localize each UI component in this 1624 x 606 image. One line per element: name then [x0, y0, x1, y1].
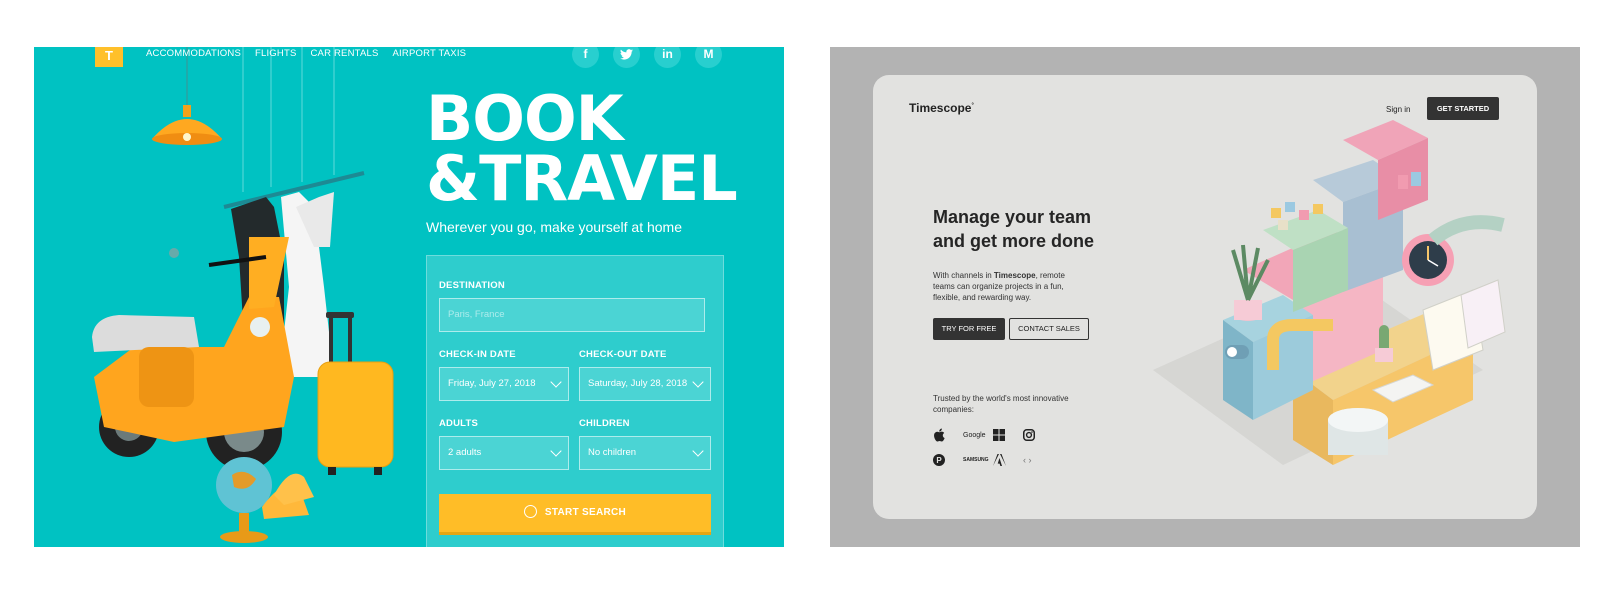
timescope-isometric-illustration — [1153, 120, 1506, 465]
twitter-icon[interactable] — [613, 47, 640, 68]
checkout-date-select[interactable]: Saturday, July 28, 2018 — [579, 367, 711, 401]
hero-title: BOOK &TRAVEL — [426, 82, 738, 215]
partner-logos: Google P SAMSUNG ‹ › — [933, 425, 1053, 475]
timescope-site-screenshot: Timescope° Sign in GET STARTED Manage yo… — [830, 47, 1580, 547]
chevron-down-icon — [692, 445, 704, 457]
pinterest-logo: P — [933, 451, 963, 469]
hero-description: With channels in Timescope, remote teams… — [933, 270, 1083, 303]
checkin-label: CHECK-IN DATE — [439, 349, 516, 360]
trusted-by-text: Trusted by the world's most innovative c… — [933, 394, 1069, 414]
travel-logo[interactable]: T — [95, 47, 123, 67]
adobe-logo — [993, 451, 1023, 469]
chevron-down-icon — [550, 445, 562, 457]
hero-subtitle: Wherever you go, make yourself at home — [426, 219, 683, 235]
adults-select[interactable]: 2 adults — [439, 436, 569, 470]
google-logo-text: Google — [963, 431, 986, 439]
nav-accommodations[interactable]: ACCOMMODATIONS — [146, 48, 241, 59]
social-links: f in M — [572, 47, 722, 68]
svg-text:P: P — [936, 456, 942, 465]
brand-logo[interactable]: Timescope° — [909, 101, 974, 115]
nav-flights[interactable]: FLIGHTS — [255, 48, 297, 59]
brand-mark: ° — [971, 103, 974, 109]
try-for-free-button[interactable]: TRY FOR FREE — [933, 318, 1005, 340]
chevron-down-icon — [550, 376, 562, 388]
samsung-logo: SAMSUNG — [963, 451, 993, 469]
adults-label: ADULTS — [439, 418, 479, 429]
linkedin-icon[interactable]: in — [654, 47, 681, 68]
desc-text-start: With channels in — [933, 271, 994, 280]
contact-sales-button[interactable]: CONTACT SALES — [1009, 318, 1089, 340]
nav-airport-taxis[interactable]: AIRPORT TAXIS — [393, 48, 467, 59]
brand-name: Timescope — [909, 101, 972, 115]
children-label: CHILDREN — [579, 418, 630, 429]
checkin-date-select[interactable]: Friday, July 27, 2018 — [439, 367, 569, 401]
medium-icon[interactable]: M — [695, 47, 722, 68]
apple-logo — [933, 426, 963, 444]
instagram-logo — [1023, 426, 1053, 444]
travel-main-nav: ACCOMMODATIONS FLIGHTS CAR RENTALS AIRPO… — [146, 48, 466, 59]
children-select[interactable]: No children — [579, 436, 711, 470]
destination-input[interactable]: Paris, France — [439, 298, 705, 332]
destination-label: DESTINATION — [439, 280, 505, 291]
search-icon — [523, 504, 537, 518]
chevron-down-icon — [692, 376, 704, 388]
nav-car-rentals[interactable]: CAR RENTALS — [311, 48, 379, 59]
booking-search-form: DESTINATION Paris, France CHECK-IN DATE … — [426, 255, 724, 547]
facebook-icon[interactable]: f — [572, 47, 599, 68]
travel-site-screenshot: T ACCOMMODATIONS FLIGHTS CAR RENTALS AIR… — [34, 47, 784, 547]
checkout-date-value: Saturday, July 28, 2018 — [588, 378, 688, 389]
google-logo: Google — [963, 426, 993, 444]
logos-carousel-arrows[interactable]: ‹ › — [1023, 451, 1053, 469]
checkout-label: CHECK-OUT DATE — [579, 349, 667, 360]
windows-logo — [993, 426, 1023, 444]
get-started-button[interactable]: GET STARTED — [1427, 97, 1499, 120]
timescope-landing-card: Timescope° Sign in GET STARTED Manage yo… — [873, 75, 1537, 519]
sign-in-link[interactable]: Sign in — [1386, 105, 1410, 114]
start-search-button[interactable]: START SEARCH — [439, 494, 711, 532]
checkin-date-value: Friday, July 27, 2018 — [448, 378, 536, 389]
samsung-logo-text: SAMSUNG — [963, 457, 989, 463]
travel-illustration — [92, 47, 394, 543]
adults-value: 2 adults — [448, 447, 482, 458]
start-search-label: START SEARCH — [544, 507, 627, 518]
hero-headline: Manage your team and get more done — [933, 207, 1095, 251]
desc-brand: Timescope — [993, 271, 1036, 280]
children-value: No children — [588, 447, 637, 458]
